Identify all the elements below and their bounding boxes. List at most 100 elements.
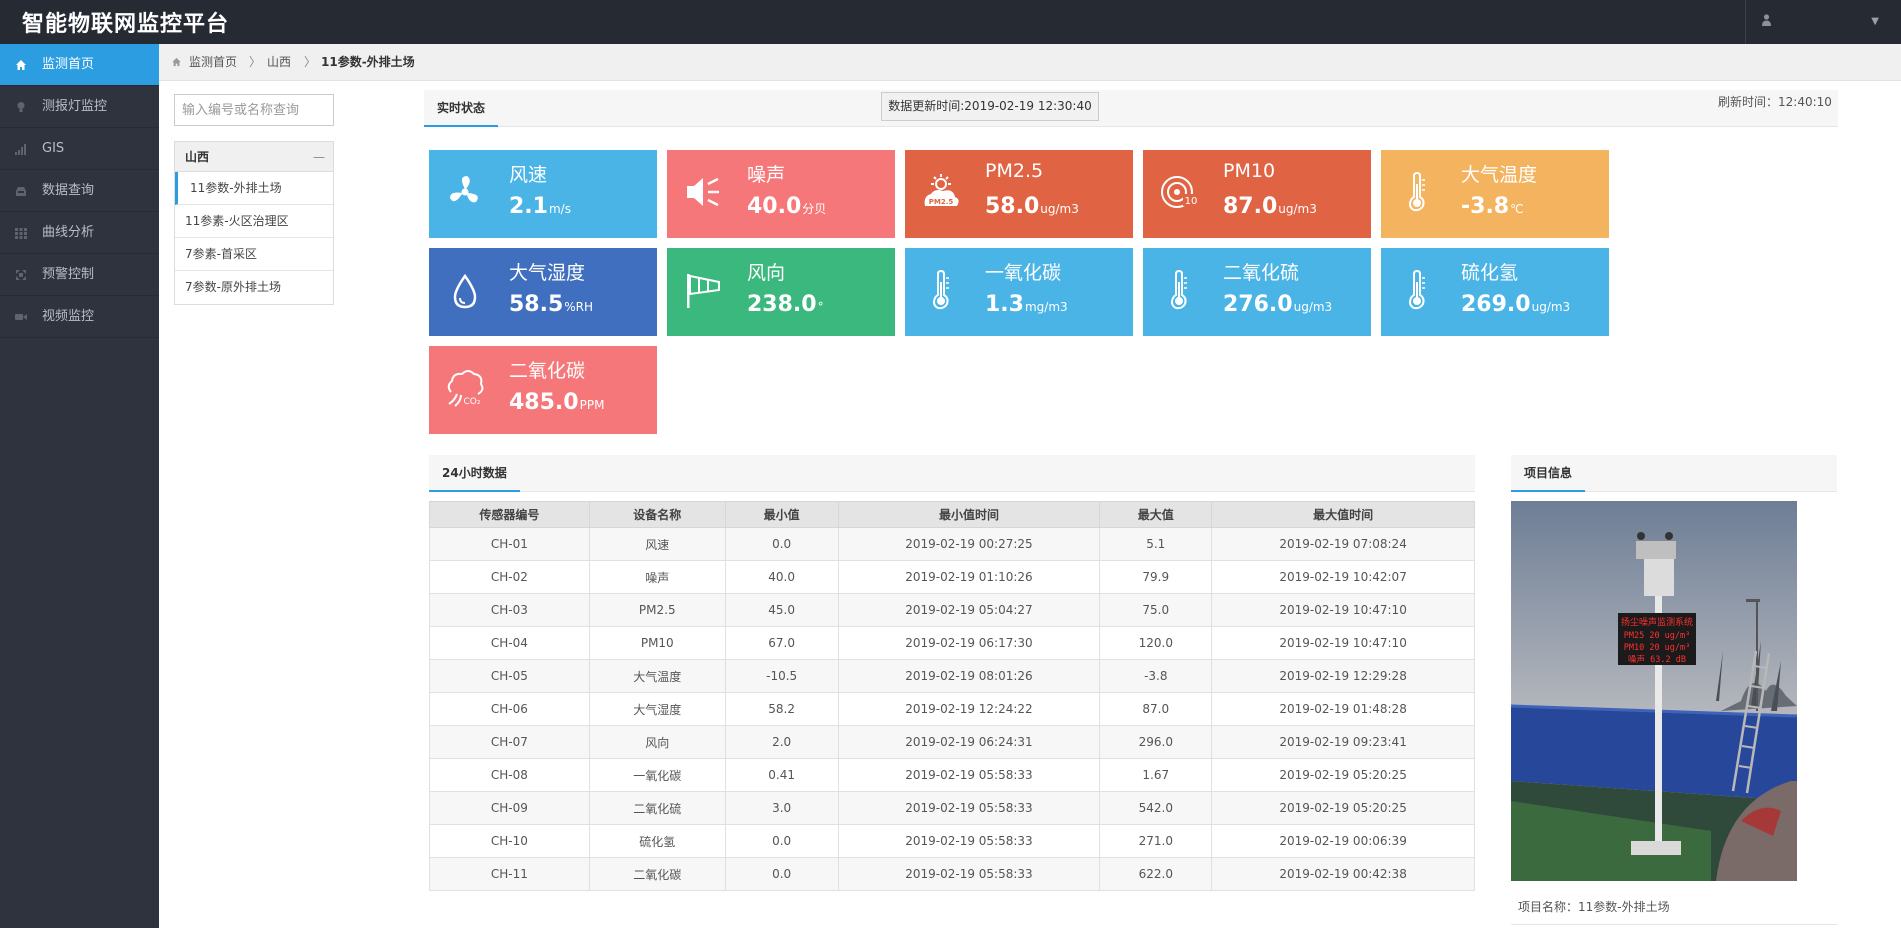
tile-label: 二氧化碳 — [509, 360, 586, 382]
table-row: CH-07 风向 2.0 2019-02-19 06:24:31 296.0 2019-0… — [429, 725, 1475, 759]
tile-label: PM2.5 — [985, 160, 1044, 182]
sidebar-item-light-monitor[interactable]: 测报灯监控 — [0, 86, 159, 128]
tile-value: 269.0 — [1461, 292, 1531, 317]
table-cell: 0.0 — [724, 824, 839, 858]
table-row: CH-11 二氧化碳 0.0 2019-02-19 05:58:33 622.0 2019… — [429, 857, 1475, 891]
table-cell: 622.0 — [1099, 857, 1213, 891]
table-row: CH-01 风速 0.0 2019-02-19 00:27:25 5.1 2019-02-… — [429, 527, 1475, 561]
table-cell: CH-07 — [429, 725, 590, 759]
table-cell: 2019-02-19 10:42:07 — [1211, 560, 1475, 594]
tile-unit: m/s — [548, 202, 571, 216]
table-cell: 542.0 — [1099, 791, 1213, 825]
tile-h2s: 硫化氢 269.0ug/m3 — [1381, 248, 1609, 336]
tile-pm10: 10 PM10 87.0ug/m3 — [1143, 150, 1371, 238]
user-icon — [1762, 14, 1771, 26]
breadcrumb-item-current: 11参数-外排土场 — [321, 55, 415, 69]
tile-value: 58.0 — [985, 194, 1040, 219]
breadcrumb-item-home[interactable]: 监测首页 — [189, 44, 237, 81]
thermometer-icon — [1409, 171, 1425, 212]
search-input[interactable] — [174, 94, 334, 126]
table-cell: PM2.5 — [588, 593, 726, 627]
tile-value-row: 269.0ug/m3 — [1461, 292, 1570, 317]
table-cell: 2019-02-19 05:58:33 — [837, 758, 1101, 792]
table-row: CH-05 大气温度 -10.5 2019-02-19 08:01:26 -3.8 201… — [429, 659, 1475, 693]
table-row: CH-03 PM2.5 45.0 2019-02-19 05:04:27 75.0 201… — [429, 593, 1475, 627]
tile-unit: ug/m3 — [1040, 202, 1079, 216]
speaker-icon — [687, 177, 719, 207]
tree-item[interactable]: 11参素-火区治理区 — [175, 205, 333, 238]
tree-item[interactable]: 11参数-外排土场 — [175, 172, 333, 205]
table-cell: 3.0 — [724, 791, 839, 825]
tile-value: 40.0 — [747, 194, 802, 219]
table-row: CH-04 PM10 67.0 2019-02-19 06:17:30 120.0 201… — [429, 626, 1475, 660]
table-cell: 40.0 — [724, 560, 839, 594]
collapse-icon[interactable]: — — [313, 142, 325, 172]
sidebar-item-data-query[interactable]: 数据查询 — [0, 170, 159, 212]
user-menu[interactable]: ▼ — [1745, 0, 1901, 44]
sidebar-item-gis[interactable]: GIS — [0, 128, 159, 170]
monitoring-station-photo: 扬尘噪声监测系统 PM25 20 ug/m³ PM10 20 ug/m³ 噪声 … — [1511, 501, 1797, 881]
tree-group-label: 山西 — [185, 150, 210, 164]
table-cell: CH-04 — [429, 626, 590, 660]
project-photo[interactable]: 扬尘噪声监测系统 PM25 20 ug/m³ PM10 20 ug/m³ 噪声 … — [1511, 501, 1797, 881]
table-cell: 2019-02-19 05:58:33 — [837, 824, 1101, 858]
table-row: CH-09 二氧化硫 3.0 2019-02-19 05:58:33 542.0 2019… — [429, 791, 1475, 825]
table-cell: 2019-02-19 05:58:33 — [837, 857, 1101, 891]
inbox-icon — [16, 187, 26, 196]
table-cell: CH-08 — [429, 758, 590, 792]
tile-value-row: 58.0ug/m3 — [985, 194, 1079, 219]
sidebar-item-alert-control[interactable]: 预警控制 — [0, 254, 159, 296]
table-cell: 2019-02-19 00:06:39 — [1211, 824, 1475, 858]
tab-realtime[interactable]: 实时状态 — [424, 90, 499, 127]
thermometer-icon — [1409, 269, 1425, 310]
tile-co: 一氧化碳 1.3mg/m3 — [905, 248, 1133, 336]
table-cell: 271.0 — [1099, 824, 1213, 858]
sidebar-item-video-monitor[interactable]: 视频监控 — [0, 296, 159, 338]
table-cell: 2019-02-19 00:42:38 — [1211, 857, 1475, 891]
breadcrumb: 监测首页 〉 山西 〉 11参数-外排土场 — [159, 44, 1901, 81]
sign-line-1: 扬尘噪声监测系统 — [1621, 616, 1693, 628]
tile-value-row: -3.8℃ — [1461, 194, 1524, 219]
tile-unit: ug/m3 — [1531, 300, 1571, 314]
tile-label: 风速 — [509, 164, 548, 186]
tile-value-row: 485.0PPM — [509, 390, 604, 415]
table-row: CH-08 一氧化碳 0.41 2019-02-19 05:58:33 1.67 2019… — [429, 758, 1475, 792]
table-cell: 2019-02-19 10:47:10 — [1211, 626, 1475, 660]
tile-co2: CO₂ 二氧化碳 485.0PPM — [429, 346, 657, 434]
tree-item[interactable]: 7参素-首采区 — [175, 238, 333, 271]
sidebar-item-label: 视频监控 — [42, 309, 95, 324]
tile-value-row: 40.0分贝 — [747, 194, 826, 219]
column-header: 最小值 — [724, 501, 839, 528]
tile-label: 风向 — [747, 262, 786, 284]
sidebar-item-curve-analysis[interactable]: 曲线分析 — [0, 212, 159, 254]
home-icon — [16, 60, 26, 70]
table-cell: 二氧化碳 — [588, 857, 726, 891]
tab-project-info[interactable]: 项目信息 — [1511, 455, 1586, 492]
table-cell: CH-06 — [429, 692, 590, 726]
history-table: 传感器编号 设备名称 最小值 最小值时间 最大值 最大值时间 CH-01 风速 0.… — [429, 501, 1475, 891]
tree-group-header[interactable]: 山西 — — [175, 142, 333, 172]
tile-value-row: 276.0ug/m3 — [1223, 292, 1332, 317]
column-header: 设备名称 — [588, 501, 726, 528]
table-cell: 1.67 — [1099, 758, 1213, 792]
tile-unit: ug/m3 — [1278, 202, 1317, 216]
tile-wind-direction: 风向 238.0° — [667, 248, 895, 336]
project-name: 项目名称：11参数-外排土场 — [1518, 900, 1670, 914]
realtime-header: 实时状态 — [424, 90, 1838, 127]
tile-unit: ℃ — [1510, 202, 1524, 216]
table-cell: 2019-02-19 05:20:25 — [1211, 758, 1475, 792]
sidebar-item-home[interactable]: 监测首页 — [0, 44, 167, 86]
sign-line-2: PM25 20 ug/m³ — [1624, 631, 1691, 641]
tile-noise: 噪声 40.0分贝 — [667, 150, 895, 238]
table-cell: 2019-02-19 09:23:41 — [1211, 725, 1475, 759]
table-cell: 75.0 — [1099, 593, 1213, 627]
table-cell: -3.8 — [1099, 659, 1213, 693]
column-header: 最大值时间 — [1211, 501, 1475, 528]
table-cell: 0.41 — [724, 758, 839, 792]
table-cell: 0.0 — [724, 527, 839, 561]
tab-24h-data[interactable]: 24小时数据 — [429, 455, 520, 492]
tree-item[interactable]: 7参数-原外排土场 — [175, 271, 333, 304]
pm10-icon: 10 — [1161, 176, 1199, 208]
tile-label: 大气湿度 — [509, 262, 586, 284]
breadcrumb-item-region[interactable]: 山西 — [267, 44, 291, 81]
